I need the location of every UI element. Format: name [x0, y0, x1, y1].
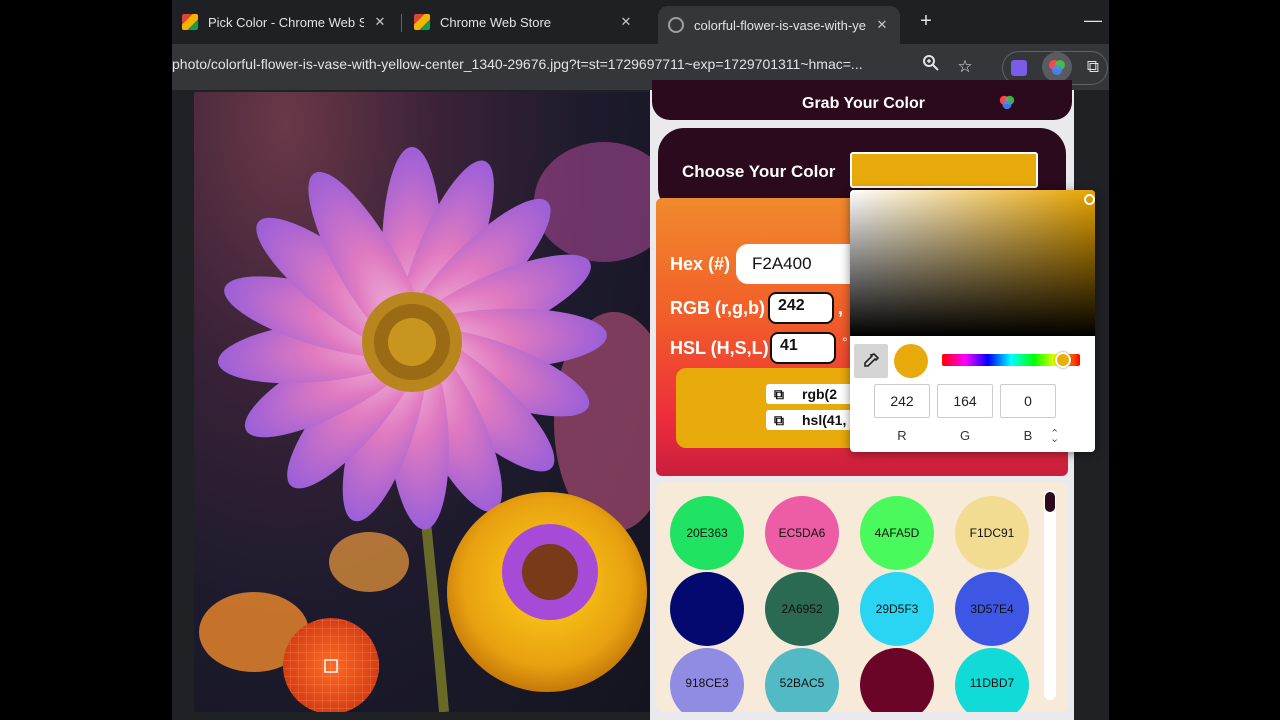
tab-title: colorful-flower-is-vase-with-yel	[694, 17, 866, 33]
page-content: Grab Your Color Choose Your Color Hex (#…	[172, 80, 1109, 720]
choose-color-label: Choose Your Color	[682, 162, 836, 181]
close-tab-icon[interactable]: ✕	[372, 14, 388, 30]
colorpicker-logo-icon	[999, 95, 1015, 110]
screen: Pick Color - Chrome Web Store ✕ Chrome W…	[0, 0, 1280, 720]
tab-strip: Pick Color - Chrome Web Store ✕ Chrome W…	[172, 0, 1109, 44]
extension-colorpicker-icon[interactable]	[1042, 52, 1072, 82]
format-toggle-icon[interactable]: ⌃ ⌄	[1050, 427, 1059, 453]
saturation-value-area[interactable]	[850, 190, 1095, 336]
saved-color-hex: EC5DA6	[778, 526, 826, 540]
picker-r-input[interactable]: 242	[874, 384, 930, 418]
extension-calendar-icon[interactable]	[1006, 54, 1032, 80]
tab-flower-image[interactable]: colorful-flower-is-vase-with-yel ✕	[658, 6, 900, 44]
minimize-icon[interactable]: —	[1084, 10, 1102, 31]
copy-icon: ⧉	[774, 412, 784, 428]
hue-slider[interactable]	[942, 352, 1080, 368]
hsl-h-input[interactable]: 41	[770, 332, 836, 364]
popup-title: Grab Your Color	[802, 95, 925, 112]
bookmark-star-icon[interactable]: ☆	[952, 54, 978, 80]
degree-symbol: °	[842, 334, 848, 350]
close-tab-icon[interactable]: ✕	[618, 14, 634, 30]
tab-divider	[401, 14, 402, 32]
extensions-puzzle-icon[interactable]: ⧉	[1080, 54, 1106, 80]
copy-rgb-text: rgb(2	[802, 386, 837, 402]
scrollbar-thumb[interactable]	[1045, 492, 1055, 512]
saved-color-swatch[interactable]: F1DC91	[955, 496, 1029, 570]
color-input-swatch[interactable]	[850, 152, 1038, 188]
new-tab-plus-icon[interactable]: +	[914, 10, 938, 34]
saved-color-hex: 20E363	[686, 526, 728, 540]
saved-color-swatch[interactable]: 3D57E4	[955, 572, 1029, 646]
saved-color-swatch[interactable]: 11DBD7	[955, 648, 1029, 712]
saved-color-hex: 918CE3	[685, 676, 729, 690]
tab-title: Pick Color - Chrome Web Store	[208, 14, 364, 30]
globe-favicon-icon	[668, 17, 684, 33]
zoom-icon[interactable]	[918, 54, 944, 80]
saved-color-swatch[interactable]: 4AFA5D	[860, 496, 934, 570]
picker-b-label: B	[1023, 428, 1033, 443]
flower-illustration	[199, 142, 650, 712]
hsl-label: HSL (H,S,L)	[670, 338, 769, 358]
saved-color-swatch[interactable]: 20E363	[670, 496, 744, 570]
hue-slider-handle[interactable]	[1055, 352, 1071, 368]
copy-hsl-text: hsl(41,	[802, 412, 847, 428]
saved-color-swatch[interactable]	[860, 648, 934, 712]
saved-color-swatch[interactable]: EC5DA6	[765, 496, 839, 570]
tab-pick-color-store[interactable]: Pick Color - Chrome Web Store ✕	[172, 4, 398, 40]
rgb-r-input[interactable]: 242	[768, 292, 834, 324]
tab-chrome-web-store[interactable]: Chrome Web Store ✕	[404, 4, 644, 40]
popup-header: Grab Your Color	[652, 80, 1072, 120]
saturation-handle[interactable]	[1084, 194, 1095, 205]
saved-color-hex: 3D57E4	[970, 602, 1014, 616]
color-preview	[894, 344, 928, 378]
hex-label: Hex (#)	[670, 254, 731, 274]
address-bar-url[interactable]: photo/colorful-flower-is-vase-with-yello…	[172, 56, 924, 78]
picker-g-input[interactable]: 164	[937, 384, 993, 418]
saved-color-hex: 52BAC5	[779, 676, 825, 690]
saved-color-hex: F1DC91	[969, 526, 1015, 540]
saved-color-swatch[interactable]: 2A6952	[765, 572, 839, 646]
tab-title: Chrome Web Store	[440, 14, 552, 30]
color-picker-dialog: 242 164 0 R G B ⌃ ⌄	[850, 190, 1095, 452]
eyedropper-icon[interactable]	[854, 344, 888, 378]
saved-color-hex: 2A6952	[781, 602, 823, 616]
flower-photo[interactable]	[194, 92, 650, 712]
saved-colors-panel: 20E363 EC5DA6 4AFA5D F1DC91 2A6952 29D5F…	[656, 482, 1068, 712]
web-store-favicon-icon	[182, 14, 198, 30]
saved-color-swatch[interactable]: 29D5F3	[860, 572, 934, 646]
saved-color-swatch[interactable]: 918CE3	[670, 648, 744, 712]
close-tab-icon[interactable]: ✕	[874, 17, 890, 33]
rgb-label: RGB (r,g,b)	[670, 298, 765, 318]
saved-color-swatch[interactable]: 52BAC5	[765, 648, 839, 712]
picker-r-label: R	[897, 428, 907, 443]
saved-color-hex: 11DBD7	[969, 676, 1015, 690]
saved-colors-scrollbar[interactable]	[1044, 490, 1056, 700]
picker-g-label: G	[959, 428, 971, 443]
picker-b-input[interactable]: 0	[1000, 384, 1056, 418]
rgb-separator: ,	[838, 298, 844, 318]
copy-icon: ⧉	[774, 386, 784, 402]
saved-color-swatch[interactable]	[670, 572, 744, 646]
saved-color-hex: 29D5F3	[875, 602, 919, 616]
saved-color-hex: 4AFA5D	[874, 526, 920, 540]
chrome-window: Pick Color - Chrome Web Store ✕ Chrome W…	[172, 0, 1109, 720]
web-store-favicon-icon	[414, 14, 430, 30]
